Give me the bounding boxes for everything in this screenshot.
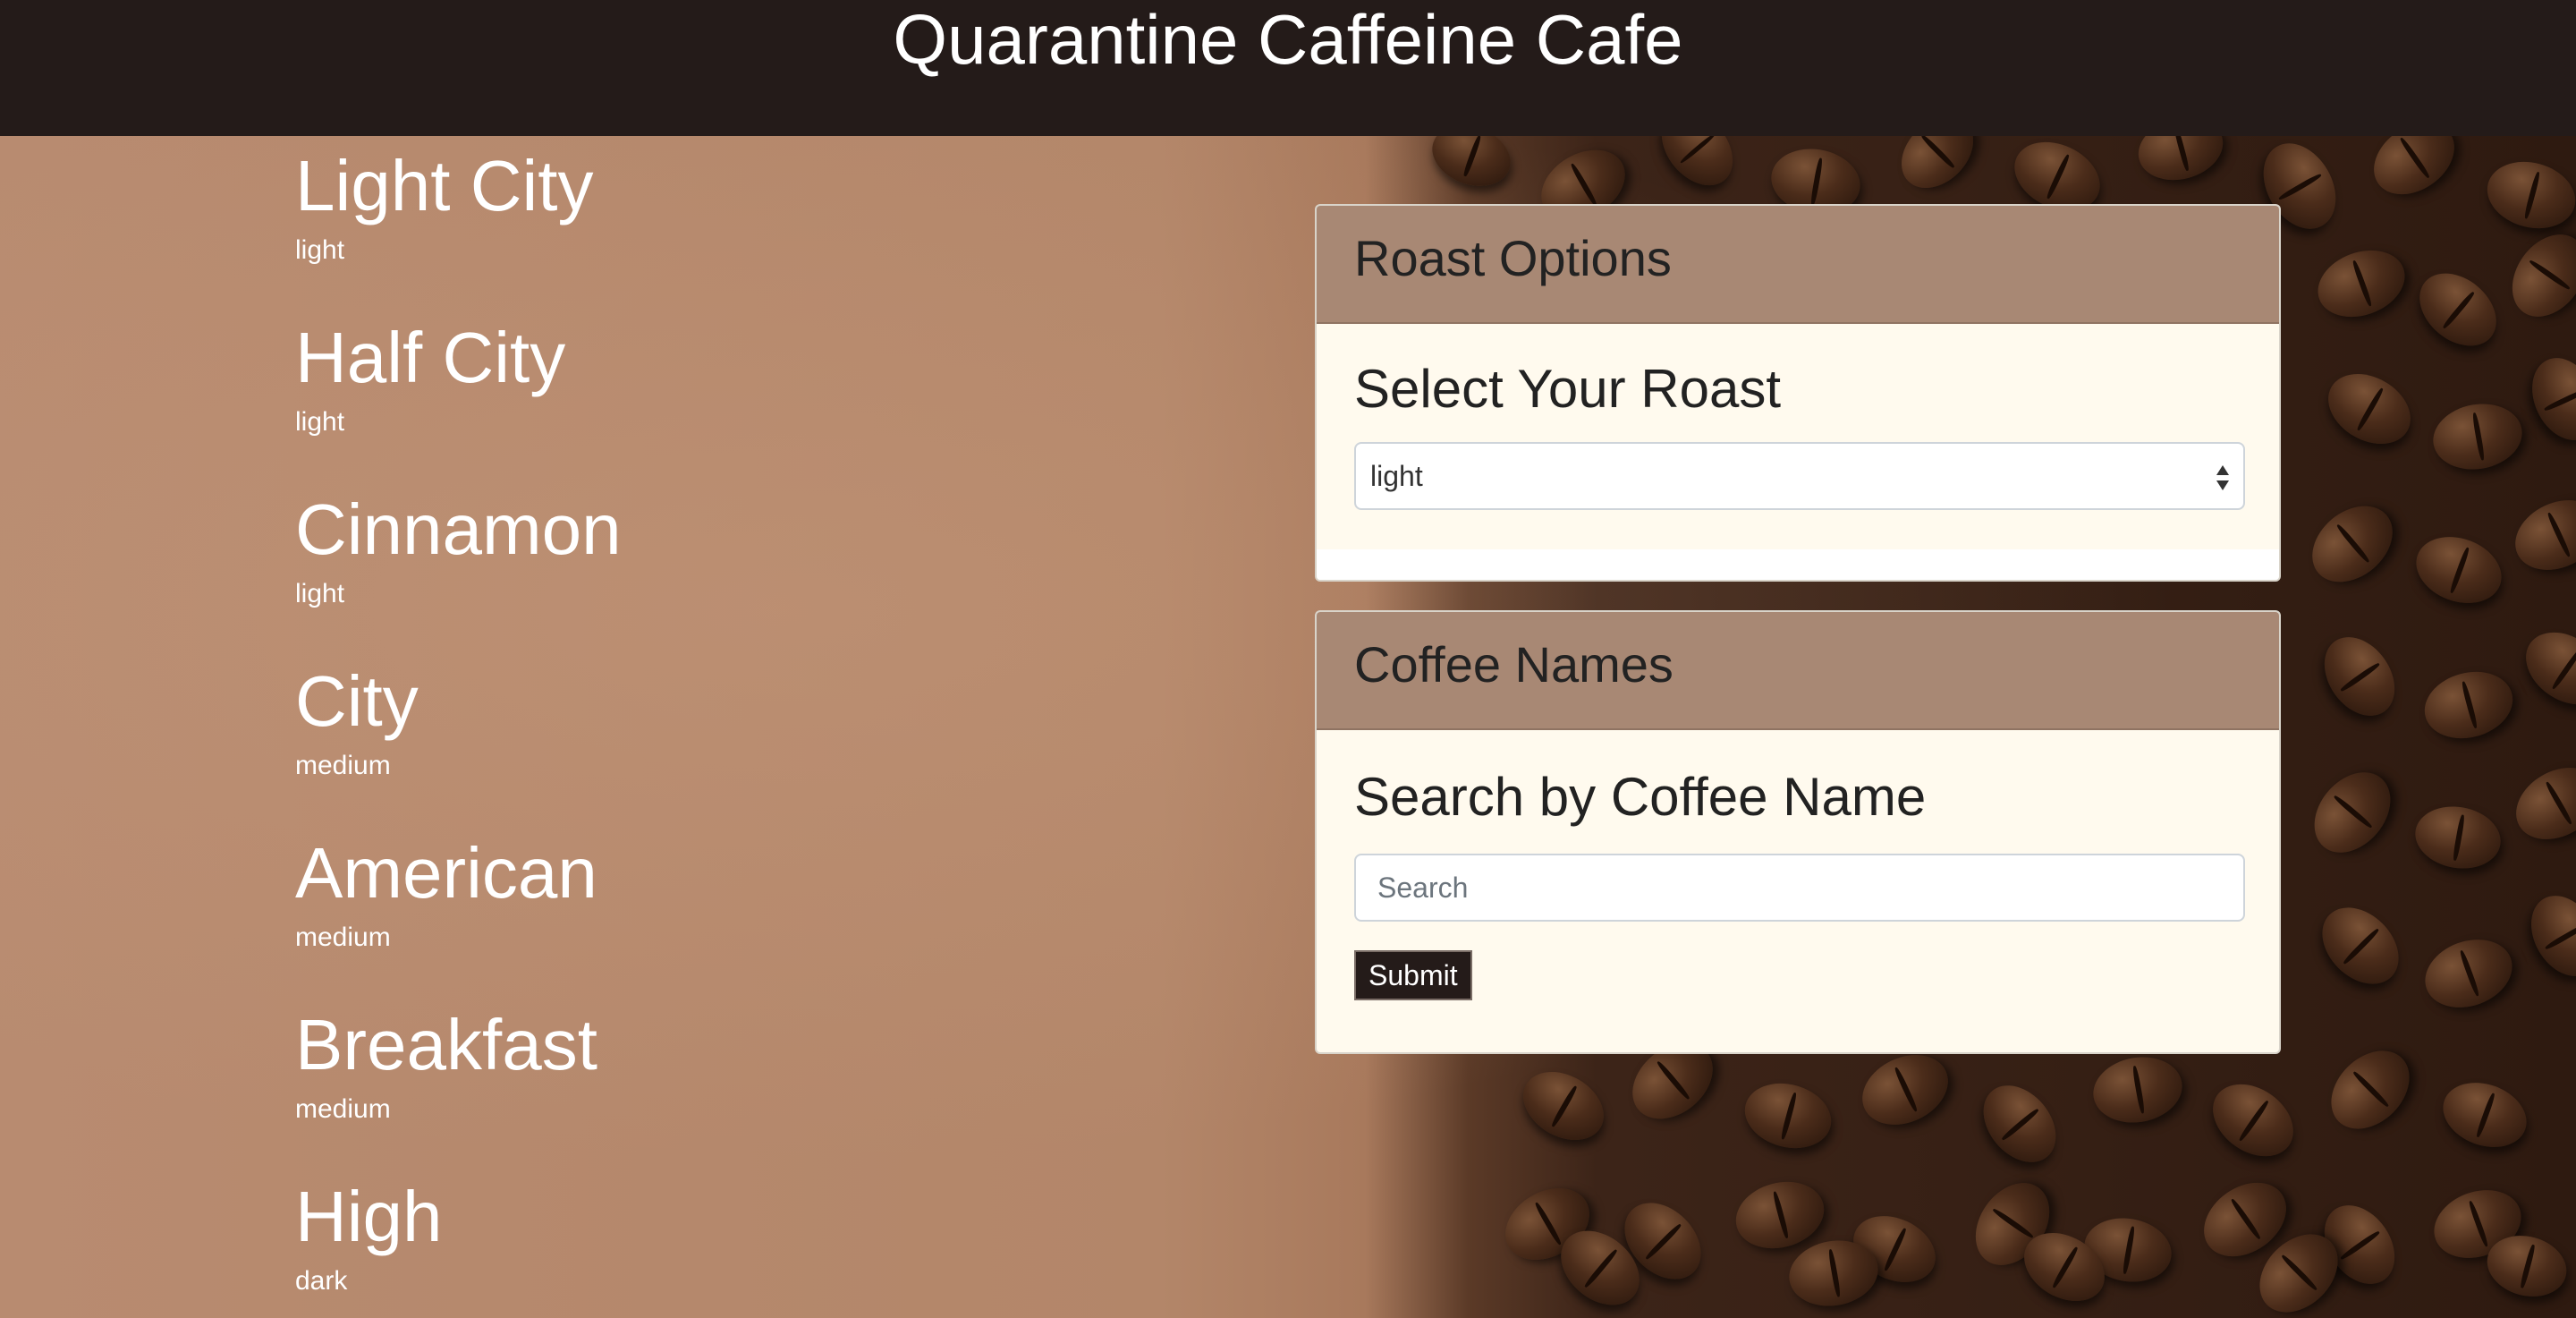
coffee-bean — [2410, 800, 2506, 875]
coffee-bean — [1423, 136, 1520, 197]
coffee-bean — [2131, 136, 2231, 190]
coffee-name: Light City — [295, 146, 594, 225]
coffee-bean — [2297, 490, 2408, 598]
submit-button[interactable]: Submit — [1354, 950, 1472, 1000]
coffee-bean — [2519, 347, 2576, 451]
roast-options-card: Roast Options Select Your Roast light — [1315, 204, 2281, 582]
coffee-bean — [1969, 1071, 2071, 1177]
coffee-roast: medium — [295, 1094, 391, 1124]
search-input[interactable] — [1354, 854, 2245, 922]
list-item: Cinnamon light — [295, 487, 1190, 659]
coffee-bean — [1647, 136, 1748, 200]
coffee-name: Breakfast — [295, 1005, 597, 1084]
coffee-bean — [2307, 892, 2414, 999]
roast-select[interactable]: light — [1354, 442, 2245, 510]
coffee-name: Half City — [295, 318, 566, 397]
coffee-bean — [2309, 239, 2414, 328]
list-item: City medium — [295, 659, 1190, 830]
coffee-bean — [2504, 487, 2576, 583]
card-footer-space — [1317, 549, 2279, 580]
site-title: Quarantine Caffeine Cafe — [893, 0, 1683, 79]
coffee-bean — [2088, 1050, 2188, 1130]
coffee-bean — [1851, 1042, 1960, 1138]
coffee-bean — [2360, 136, 2469, 209]
coffee-bean — [2199, 1069, 2308, 1171]
list-item: High dark — [295, 1174, 1190, 1318]
coffee-bean — [2503, 753, 2576, 855]
coffee-name: High — [295, 1177, 443, 1256]
coffee-bean — [2309, 624, 2410, 729]
coffee-names-card: Coffee Names Search by Coffee Name Submi… — [1315, 610, 2281, 1054]
coffee-bean — [2316, 360, 2423, 458]
coffee-bean — [1887, 136, 1987, 202]
coffee-bean — [2405, 259, 2511, 361]
roast-options-body: Select Your Roast light — [1317, 324, 2279, 549]
roast-select-value: light — [1370, 460, 1423, 492]
coffee-roast: dark — [295, 1266, 348, 1296]
list-item: Breakfast medium — [295, 1002, 1190, 1174]
coffee-roast: light — [295, 235, 345, 265]
select-roast-title: Select Your Roast — [1354, 359, 1781, 419]
coffee-bean — [2517, 883, 2576, 989]
search-title: Search by Coffee Name — [1354, 767, 1927, 827]
coffee-name: Cinnamon — [295, 489, 622, 569]
list-item: Light City light — [295, 143, 1190, 315]
coffee-roast: medium — [295, 751, 391, 780]
coffee-list: Light City light Half City light Cinnamo… — [295, 143, 1190, 1318]
coffee-roast: light — [295, 407, 345, 437]
coffee-bean — [2512, 617, 2576, 719]
coffee-roast: medium — [295, 923, 391, 952]
coffee-bean — [2299, 757, 2406, 868]
coffee-bean — [1511, 1058, 1616, 1154]
coffee-bean — [2406, 525, 2512, 615]
coffee-bean — [2415, 928, 2522, 1019]
coffee-roast: light — [295, 579, 345, 608]
coffee-bean — [2428, 396, 2528, 477]
site-header: Quarantine Caffeine Cafe — [0, 0, 2576, 136]
coffee-bean — [2479, 152, 2576, 238]
coffee-bean — [2496, 220, 2576, 331]
list-item: American medium — [295, 830, 1190, 1002]
coffee-names-header: Coffee Names — [1317, 612, 2279, 730]
coffee-bean — [2316, 1035, 2425, 1144]
list-item: Half City light — [295, 315, 1190, 487]
roast-options-header: Roast Options — [1317, 206, 2279, 324]
coffee-name: City — [295, 661, 419, 741]
coffee-bean — [1737, 1074, 1839, 1158]
coffee-name: American — [295, 833, 597, 913]
select-arrows-icon — [2216, 465, 2229, 490]
coffee-bean — [2434, 1071, 2536, 1159]
coffee-bean — [2417, 662, 2521, 748]
coffee-names-body: Search by Coffee Name Submit — [1317, 730, 2279, 1000]
